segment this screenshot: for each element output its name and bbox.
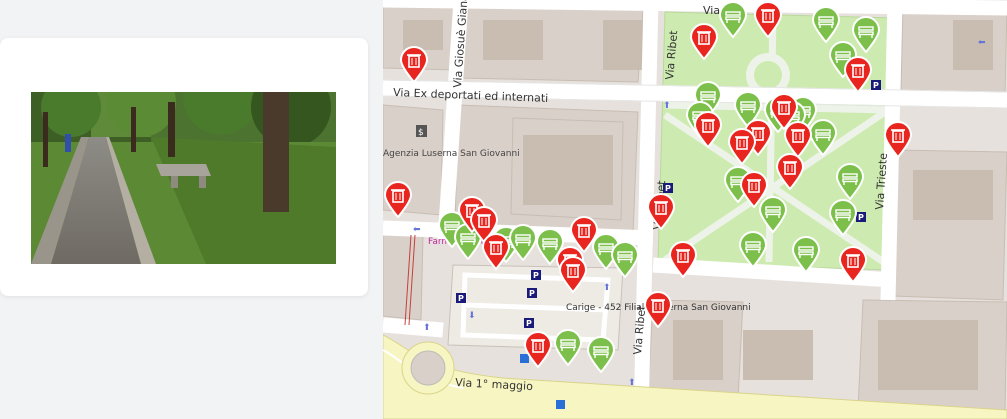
bench-marker-icon[interactable] [835,162,865,201]
trash-marker-icon[interactable] [481,232,511,271]
trash-marker-icon[interactable] [775,152,805,191]
bench-marker-icon[interactable] [553,328,583,367]
trash-marker-icon[interactable] [843,55,873,94]
photo-card[interactable] [0,38,368,296]
trash-marker-icon[interactable] [523,330,553,369]
trash-marker-icon[interactable] [643,290,673,329]
trash-marker-icon[interactable] [668,240,698,279]
bench-marker-icon[interactable] [508,223,538,262]
marker-layer [383,0,1007,419]
bench-marker-icon[interactable] [586,335,616,374]
left-panel [0,0,383,419]
bench-marker-icon[interactable] [828,198,858,237]
trash-marker-icon[interactable] [883,120,913,159]
bench-marker-icon[interactable] [738,230,768,269]
bench-marker-icon[interactable] [718,0,748,39]
bench-marker-icon[interactable] [811,5,841,44]
trash-marker-icon[interactable] [838,245,868,284]
trash-marker-icon[interactable] [689,22,719,61]
trash-marker-icon[interactable] [383,180,413,219]
trash-marker-icon[interactable] [646,192,676,231]
bench-marker-icon[interactable] [791,235,821,274]
map-view[interactable]: Via Ex deportati ed internati Via Giosuè… [383,0,1007,419]
trash-marker-icon[interactable] [727,127,757,166]
trash-marker-icon[interactable] [399,45,429,84]
trash-marker-icon[interactable] [753,0,783,39]
bench-marker-icon[interactable] [610,240,640,279]
trash-marker-icon[interactable] [739,170,769,209]
trash-marker-icon[interactable] [693,110,723,149]
park-path-photo [31,92,336,264]
trash-marker-icon[interactable] [558,255,588,294]
